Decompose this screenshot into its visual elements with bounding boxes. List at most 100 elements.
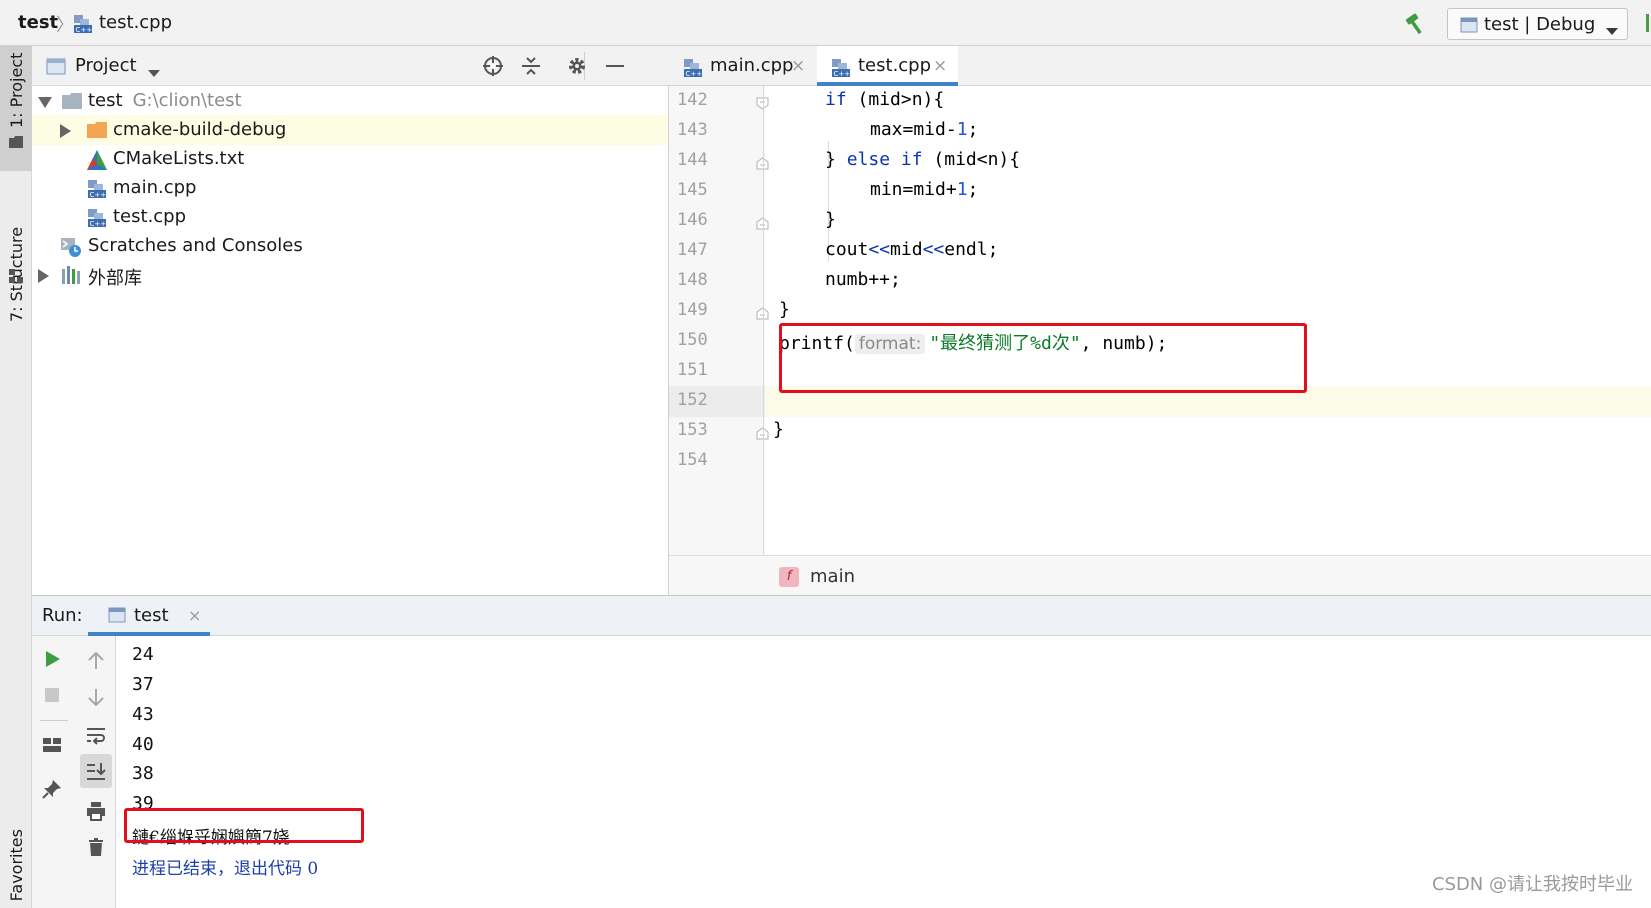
line-number: 147 [677, 240, 708, 260]
minimize-icon[interactable] [604, 55, 626, 77]
run-toolbar-secondary [76, 636, 116, 908]
svg-text:C++: C++ [834, 70, 851, 78]
scroll-to-end-icon [87, 763, 106, 780]
collapse-all-icon[interactable] [520, 55, 542, 77]
soft-wrap-button[interactable] [76, 718, 116, 752]
tree-item-cmake-build-debug[interactable]: cmake-build-debug [32, 115, 668, 145]
print-button[interactable] [76, 794, 116, 828]
project-panel-header: Project [32, 46, 669, 86]
code-line: 150 printf(format: "最终猜测了%d次", numb); [669, 326, 1651, 357]
code-text: } else if (mid<n){ [825, 149, 1020, 170]
run-config-icon [108, 607, 126, 628]
tool-tab-project[interactable]: 1: Project [0, 46, 32, 171]
code-line: 145 min=mid+1; [669, 176, 1651, 207]
console-output[interactable]: 24 37 43 40 38 39 鏈€缁堢寽娴嬩簡7娆 进程已结束，退出代码 … [116, 636, 1651, 908]
gear-icon[interactable] [566, 55, 588, 77]
rerun-button[interactable] [32, 642, 72, 676]
svg-text:C++: C++ [90, 220, 107, 228]
tree-item-cmakelists[interactable]: CMakeLists.txt [32, 144, 668, 174]
line-number: 148 [677, 270, 708, 290]
tab-test-cpp[interactable]: C++ test.cpp × [817, 46, 958, 86]
tool-tab-favorites[interactable]: 2: Favorites [0, 782, 32, 908]
function-icon: f [779, 567, 799, 587]
code-line: 151 [669, 356, 1651, 387]
line-number: 146 [677, 210, 708, 230]
locate-target-icon[interactable] [482, 55, 504, 77]
close-icon[interactable]: × [188, 606, 201, 625]
breadcrumb-file[interactable]: test.cpp [99, 12, 172, 33]
pin-tab-button[interactable] [32, 772, 72, 806]
stop-button[interactable] [32, 678, 72, 712]
arrow-up-icon [88, 651, 104, 669]
project-view-selector[interactable]: Project [75, 55, 137, 76]
code-text: max=mid-1; [870, 119, 978, 140]
cpp-file-icon: C++ [73, 14, 93, 39]
tree-item-main-cpp[interactable]: C++ main.cpp [32, 173, 668, 203]
operator: << [922, 239, 945, 260]
tab-label: test.cpp [858, 55, 932, 76]
keyword: if [825, 89, 847, 110]
run-configuration-selector[interactable]: test | Debug [1447, 8, 1628, 40]
console-line: 37 [132, 674, 154, 695]
tree-item-test-label: test [88, 90, 123, 111]
line-number: 151 [677, 360, 708, 380]
run-panel: Run: test × 24 37 43 40 38 39 鏈€缁堢寽娴嬩簡7娆… [32, 595, 1651, 908]
code-token: endl; [944, 239, 999, 260]
tree-item-label: Scratches and Consoles [88, 235, 303, 256]
layout-button[interactable] [32, 728, 72, 762]
folder-icon [9, 134, 23, 148]
tool-tab-structure[interactable]: 7: Structure [0, 186, 32, 348]
collapsed-arrow-icon[interactable] [38, 268, 50, 288]
code-token: } [825, 149, 847, 170]
number-literal: 1 [956, 179, 968, 200]
line-number: 149 [677, 300, 708, 320]
close-icon[interactable]: × [933, 56, 947, 76]
folder-icon [62, 92, 82, 115]
tree-item-scratches[interactable]: Scratches and Consoles [32, 231, 668, 261]
line-number: 154 [677, 450, 708, 470]
expanded-arrow-icon[interactable] [38, 94, 52, 114]
run-panel-header: Run: test × [32, 596, 1651, 636]
breadcrumb-function[interactable]: main [810, 566, 855, 587]
tree-item-test-cpp[interactable]: C++ test.cpp [32, 202, 668, 232]
clear-console-button[interactable] [76, 830, 116, 864]
run-button-edge[interactable] [1646, 14, 1649, 32]
stop-icon [45, 688, 59, 702]
console-line: 40 [132, 734, 154, 755]
play-icon [46, 651, 60, 667]
code-line: 143 max=mid-1; [669, 116, 1651, 147]
code-token: (mid<n){ [922, 149, 1021, 170]
pin-icon [42, 780, 61, 799]
console-line-garbled: 鏈€缁堢寽娴嬩簡7娆 [132, 828, 290, 848]
left-tool-strip: 1: Project 7: Structure 2: Favorites [0, 46, 32, 908]
build-hammer-icon[interactable] [1403, 12, 1427, 41]
scroll-up-button[interactable] [76, 644, 116, 678]
console-line: 43 [132, 704, 154, 725]
string-literal: "最终猜测了%d次" [929, 333, 1081, 354]
close-icon[interactable]: × [791, 56, 805, 76]
folder-orange-icon [87, 121, 107, 144]
tool-tab-favorites-label: 2: Favorites [7, 829, 26, 908]
svg-text:C++: C++ [76, 26, 93, 34]
svg-text:C++: C++ [686, 70, 703, 78]
breadcrumb-project[interactable]: test [18, 12, 58, 33]
chevron-down-icon[interactable] [148, 63, 160, 83]
toolbar-separator [40, 720, 68, 721]
code-line: 144 } else if (mid<n){ [669, 146, 1651, 177]
gutter-separator [763, 86, 764, 555]
line-number: 145 [677, 180, 708, 200]
line-number: 150 [677, 330, 708, 350]
line-number: 143 [677, 120, 708, 140]
scroll-down-button[interactable] [76, 680, 116, 714]
code-line: 148 numb++; [669, 266, 1651, 297]
tab-main-cpp[interactable]: C++ main.cpp × [669, 46, 817, 86]
code-text: min=mid+1; [870, 179, 978, 200]
run-tab-test[interactable]: test × [88, 596, 210, 636]
console-line: 38 [132, 763, 154, 784]
collapsed-arrow-icon[interactable] [60, 123, 72, 143]
tree-item-external-libraries[interactable]: 外部库 [32, 260, 668, 290]
scroll-to-end-button[interactable] [80, 754, 112, 788]
console-line: 39 [132, 793, 154, 814]
code-line: 153 } [669, 416, 1651, 447]
tree-item-test-root[interactable]: test G:\clion\test [32, 86, 668, 116]
